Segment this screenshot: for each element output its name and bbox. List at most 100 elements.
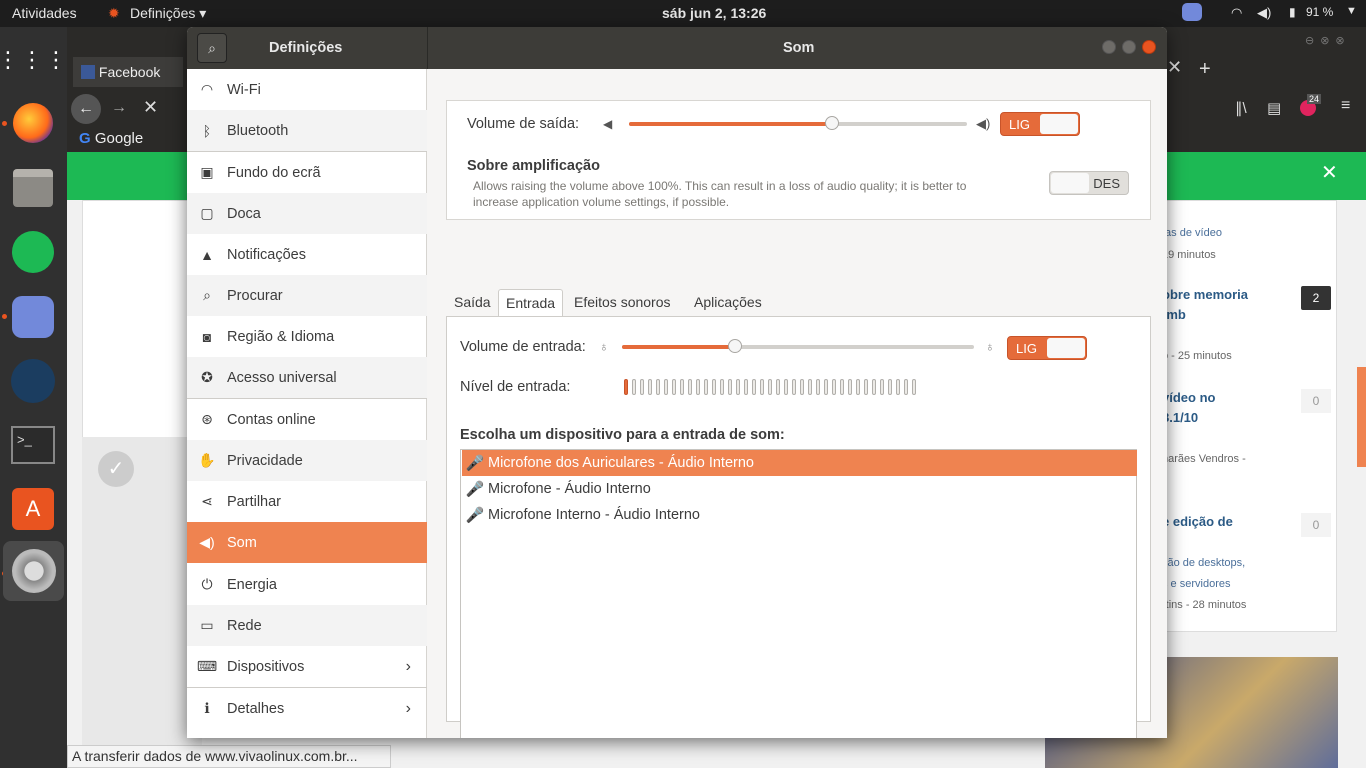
steam-icon[interactable]: [9, 357, 57, 405]
tab-applications[interactable]: Aplicações: [687, 289, 769, 317]
sidebar-item-details[interactable]: ℹ Detalhes ›: [187, 688, 427, 729]
device-item-mic[interactable]: 🎤 Microfone - Áudio Interno: [462, 476, 1137, 502]
bookmark-google[interactable]: G Google: [79, 130, 143, 147]
wifi-icon[interactable]: ◠: [1231, 5, 1242, 21]
close-icon[interactable]: [1142, 40, 1156, 54]
device-item-headset-mic[interactable]: 🎤 Microfone dos Auriculares - Áudio Inter…: [462, 450, 1137, 476]
tab-output[interactable]: Saída: [447, 289, 498, 317]
sidebar-item-dock[interactable]: ▢ Doca: [187, 193, 427, 234]
app-menu[interactable]: Definições ▾: [130, 5, 206, 22]
discord-tray-icon[interactable]: [1182, 3, 1202, 21]
list-item[interactable]: obre memoria: [1162, 287, 1248, 302]
speaker-icon: ◀): [199, 534, 215, 550]
browser-window-controls[interactable]: ⊖⊗⊗: [1305, 34, 1351, 47]
settings-title: Definições: [269, 40, 343, 56]
sidebar-item-sharing[interactable]: ⋖ Partilhar: [187, 481, 427, 522]
chevron-right-icon: ›: [405, 699, 411, 717]
chevron-right-icon: ›: [405, 657, 411, 675]
tab-input[interactable]: Entrada: [498, 289, 564, 317]
background-icon: ▣: [200, 164, 214, 180]
sidebar-item-wifi[interactable]: ◠ Wi-Fi: [187, 69, 427, 110]
camera-icon: ◙: [202, 328, 212, 345]
sidebar-item-notifications[interactable]: ▲ Notificações: [187, 234, 427, 275]
sidebar-item-region[interactable]: ◙ Região & Idioma: [187, 316, 427, 357]
sidebar-item-search[interactable]: ⌕ Procurar: [187, 275, 427, 316]
firefox-icon[interactable]: [9, 99, 57, 147]
scrollbar[interactable]: [1357, 367, 1366, 467]
terminal-icon[interactable]: >_: [9, 421, 57, 469]
search-icon[interactable]: ⌕: [197, 33, 227, 63]
list-item-title[interactable]: 8.1/10: [1162, 410, 1198, 425]
level-segment: [640, 379, 644, 395]
level-segment: [704, 379, 708, 395]
list-item[interactable]: e edição de: [1162, 514, 1233, 529]
level-segment: [816, 379, 820, 395]
check-icon[interactable]: ✓: [98, 451, 134, 487]
level-segment: [624, 379, 628, 395]
stop-icon[interactable]: ✕: [143, 97, 158, 118]
comment-count: 0: [1301, 513, 1331, 537]
back-icon[interactable]: ←: [71, 94, 101, 124]
input-volume-slider[interactable]: [622, 339, 974, 353]
sidebar-icon[interactable]: ▤: [1267, 99, 1281, 117]
battery-percent: 91 %: [1306, 5, 1334, 19]
files-icon[interactable]: [9, 164, 57, 212]
output-volume-label: Volume de saída:: [467, 116, 580, 132]
facebook-icon: [81, 65, 95, 79]
minimize-icon[interactable]: [1102, 40, 1116, 54]
app-menu-icon: ✹: [108, 5, 120, 21]
input-switch[interactable]: LIG: [1007, 336, 1087, 360]
settings-window: ⌕ Definições Som ◠ Wi-Fi ᛒ Bluetooth ▣ Fund…: [187, 27, 1167, 738]
tab-sound-effects[interactable]: Efeitos sonoros: [567, 289, 678, 317]
speaker-low-icon: ◀: [603, 117, 613, 131]
sidebar-item-network[interactable]: ▭ Rede: [187, 605, 427, 646]
sidebar-item-privacy[interactable]: ✋ Privacidade: [187, 440, 427, 481]
volume-icon[interactable]: ◀): [1257, 5, 1271, 21]
new-tab-icon[interactable]: +: [1199, 58, 1211, 81]
input-box: Volume de entrada: ♁ ♁ LIG Nível de entr…: [446, 316, 1151, 738]
output-switch[interactable]: LIG: [1000, 112, 1080, 136]
status-bar: A transferir dados de www.vivaolinux.com…: [67, 745, 391, 768]
menu-icon[interactable]: ≡: [1341, 97, 1350, 115]
output-volume-slider[interactable]: [629, 116, 967, 130]
sidebar-item-power[interactable]: ⏻ Energia: [187, 564, 427, 605]
forward-icon[interactable]: →: [111, 99, 127, 117]
close-tab-icon[interactable]: ✕: [1167, 57, 1182, 78]
input-volume-handle[interactable]: [727, 339, 742, 353]
sidebar-item-accessibility[interactable]: ✪ Acesso universal: [187, 357, 427, 398]
software-center-icon[interactable]: A: [9, 485, 57, 533]
list-item-meta: s e servidores: [1162, 578, 1231, 590]
settings-app-icon[interactable]: [3, 541, 64, 601]
sidebar-item-online-accounts[interactable]: ⊛ Contas online: [187, 399, 427, 440]
output-box: Volume de saída: ◀ ◀) LIG Sobre amplific…: [446, 100, 1151, 220]
over-amplification-switch[interactable]: DES: [1049, 171, 1129, 195]
list-item[interactable]: vídeo no: [1162, 390, 1215, 405]
sound-panel: Volume de saída: ◀ ◀) LIG Sobre amplific…: [427, 69, 1167, 738]
level-segment: [696, 379, 700, 395]
device-item-internal-mic[interactable]: 🎤 Microfone Interno - Áudio Interno: [462, 502, 1137, 528]
sidebar-item-bluetooth[interactable]: ᛒ Bluetooth: [187, 110, 427, 151]
header-divider: [427, 27, 428, 69]
app-grid-icon[interactable]: ⋮⋮⋮: [0, 36, 67, 84]
output-volume-handle[interactable]: [824, 116, 839, 130]
tab-facebook[interactable]: Facebook: [73, 57, 183, 87]
level-segment: [744, 379, 748, 395]
spotify-icon[interactable]: [9, 228, 57, 276]
level-segment: [784, 379, 788, 395]
sidebar-item-sound[interactable]: ◀) Som: [187, 522, 427, 563]
maximize-icon[interactable]: [1122, 40, 1136, 54]
sidebar-item-background[interactable]: ▣ Fundo do ecrã: [187, 152, 427, 193]
level-segment: [872, 379, 876, 395]
activities-button[interactable]: Atividades: [12, 5, 77, 21]
input-volume-label: Volume de entrada:: [460, 339, 586, 355]
clock[interactable]: sáb jun 2, 13:26: [662, 5, 766, 21]
sidebar-item-devices[interactable]: ⌨ Dispositivos ›: [187, 646, 427, 687]
speaker-high-icon: ◀): [976, 116, 991, 131]
list-item[interactable]: tas de vídeo: [1162, 227, 1222, 239]
system-menu-icon[interactable]: ▼: [1346, 5, 1357, 17]
level-segment: [792, 379, 796, 395]
battery-icon[interactable]: ▮: [1289, 5, 1296, 19]
discord-icon[interactable]: [9, 293, 57, 341]
close-banner-icon[interactable]: ✕: [1321, 160, 1338, 185]
library-icon[interactable]: ∥\: [1235, 99, 1247, 117]
